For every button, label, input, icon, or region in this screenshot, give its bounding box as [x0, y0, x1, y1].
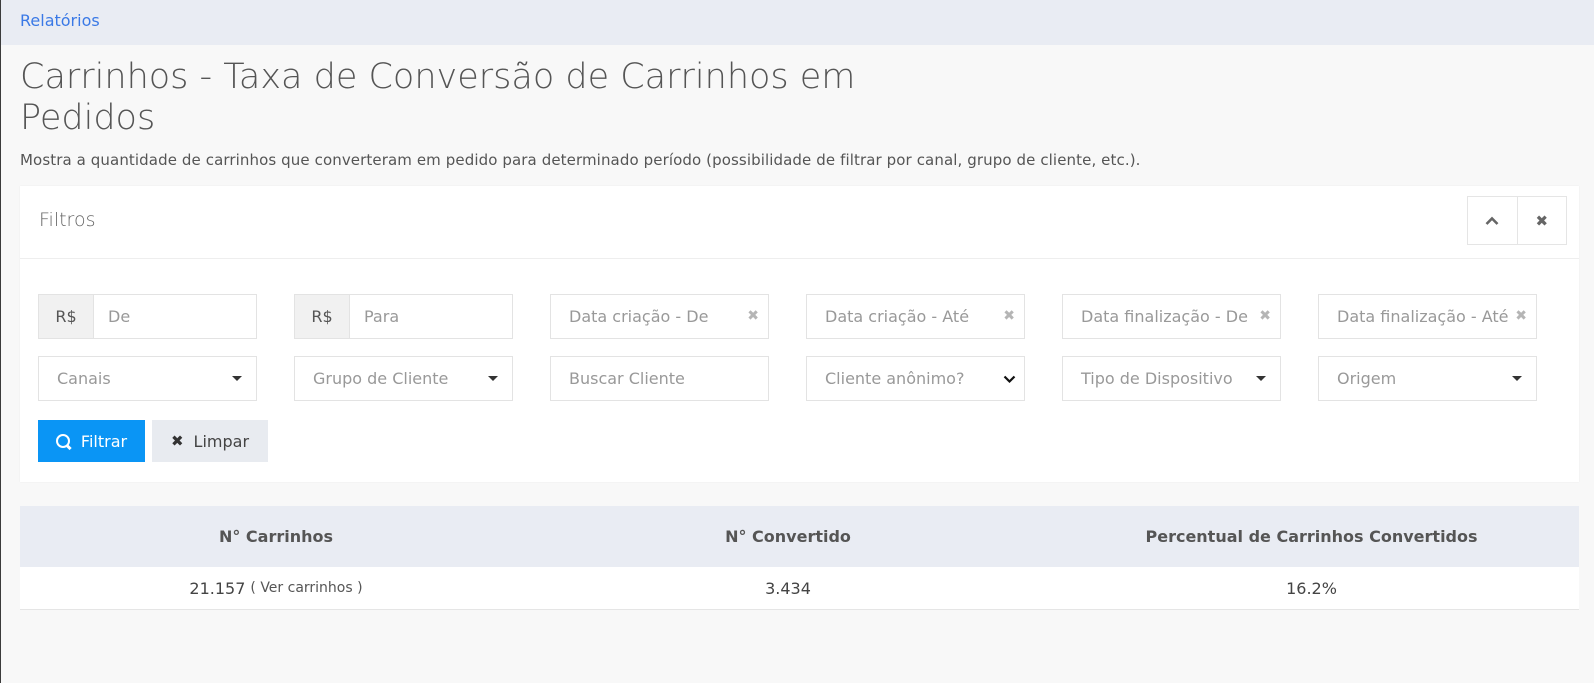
- breadcrumb-relatorios[interactable]: Relatórios: [20, 11, 100, 30]
- clear-icon[interactable]: ✖: [1003, 308, 1015, 324]
- cell-percent: 16.2%: [1286, 578, 1337, 598]
- close-panel-button[interactable]: ✖: [1516, 197, 1567, 244]
- caret-down-icon: [232, 376, 242, 381]
- caret-down-icon: [488, 376, 498, 381]
- panel-tools: ✖: [1467, 196, 1567, 245]
- created-from-label: Data criação - De: [569, 307, 709, 326]
- created-to-date[interactable]: Data criação - Até ✖: [806, 294, 1025, 339]
- clear-icon[interactable]: ✖: [747, 308, 759, 324]
- finished-from-label: Data finalização - De: [1081, 307, 1248, 326]
- filter-button[interactable]: Filtrar: [38, 420, 145, 462]
- top-bar: Relatórios: [1, 0, 1594, 45]
- clear-icon[interactable]: ✖: [1259, 308, 1271, 324]
- search-customer-input[interactable]: [551, 357, 768, 400]
- finished-to-date[interactable]: Data finalização - Até ✖: [1318, 294, 1537, 339]
- chevron-up-icon: [1485, 216, 1499, 225]
- search-customer-field: [550, 356, 769, 401]
- filters-panel-header: Filtros ✖: [20, 186, 1579, 259]
- cell-carts: 21.157 ( Ver carrinhos ): [20, 567, 532, 609]
- customer-group-select[interactable]: Grupo de Cliente: [294, 356, 513, 401]
- created-to-label: Data criação - Até: [825, 307, 970, 326]
- results-header-row: N° Carrinhos N° Convertido Percentual de…: [20, 506, 1579, 567]
- close-icon: ✖: [170, 432, 184, 450]
- value-from-input[interactable]: [94, 295, 256, 338]
- clear-button[interactable]: ✖ Limpar: [152, 420, 268, 462]
- chevron-down-icon: [1003, 375, 1016, 384]
- carts-count: 21.157: [189, 578, 246, 598]
- finished-to-label: Data finalização - Até: [1337, 307, 1509, 326]
- clear-button-label: Limpar: [193, 431, 250, 451]
- cell-converted: 3.434: [765, 578, 811, 598]
- caret-down-icon: [1512, 376, 1522, 381]
- filter-button-label: Filtrar: [80, 431, 128, 451]
- value-from-group: R$: [38, 294, 257, 339]
- channels-select[interactable]: Canais: [38, 356, 257, 401]
- results-table: N° Carrinhos N° Convertido Percentual de…: [20, 506, 1579, 610]
- caret-down-icon: [1256, 376, 1266, 381]
- header-carts: N° Carrinhos: [218, 527, 334, 546]
- page-title: Carrinhos - Taxa de Conversão de Carrinh…: [20, 57, 856, 138]
- page-description: Mostra a quantidade de carrinhos que con…: [20, 151, 1141, 169]
- anonymous-customer-select[interactable]: Cliente anônimo?: [806, 356, 1025, 401]
- origin-label: Origem: [1337, 369, 1397, 388]
- table-row: 21.157 ( Ver carrinhos ) 3.434 16.2%: [20, 567, 1579, 610]
- search-icon: [55, 433, 71, 449]
- channels-label: Canais: [57, 369, 111, 388]
- anonymous-customer-label: Cliente anônimo?: [825, 369, 965, 388]
- clear-icon[interactable]: ✖: [1515, 308, 1527, 324]
- customer-group-label: Grupo de Cliente: [313, 369, 449, 388]
- collapse-button[interactable]: [1468, 197, 1517, 244]
- finished-from-date[interactable]: Data finalização - De ✖: [1062, 294, 1281, 339]
- origin-select[interactable]: Origem: [1318, 356, 1537, 401]
- filters-title: Filtros: [39, 209, 96, 231]
- view-carts-link[interactable]: ( Ver carrinhos ): [250, 580, 362, 596]
- currency-addon: R$: [295, 295, 350, 338]
- currency-addon: R$: [39, 295, 94, 338]
- created-from-date[interactable]: Data criação - De ✖: [550, 294, 769, 339]
- device-type-label: Tipo de Dispositivo: [1081, 369, 1233, 388]
- close-icon: ✖: [1535, 211, 1549, 230]
- filters-panel: Filtros ✖ R$ R$ Data criação - De ✖ Data…: [20, 186, 1579, 482]
- value-to-input[interactable]: [350, 295, 512, 338]
- header-percent: Percentual de Carrinhos Convertidos: [1145, 527, 1478, 546]
- device-type-select[interactable]: Tipo de Dispositivo: [1062, 356, 1281, 401]
- value-to-group: R$: [294, 294, 513, 339]
- header-converted: N° Convertido: [725, 527, 851, 546]
